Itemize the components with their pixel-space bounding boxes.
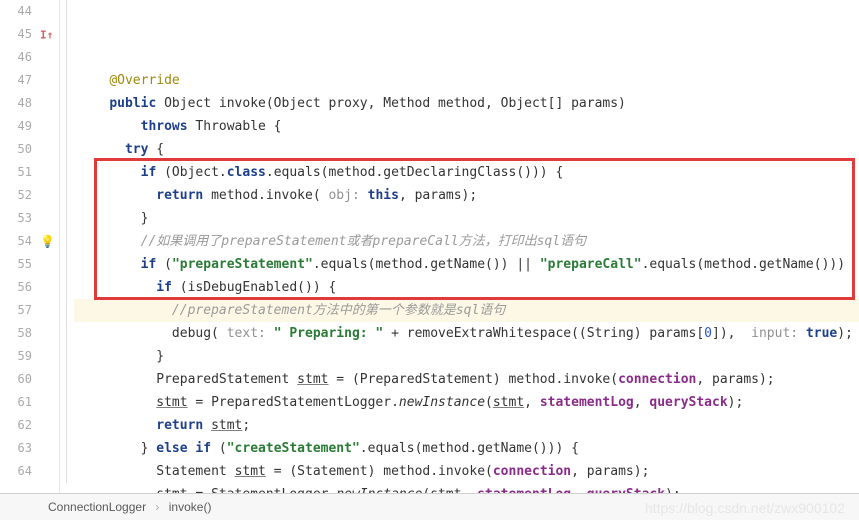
breadcrumb-item[interactable]: ConnectionLogger — [48, 500, 146, 514]
code-line[interactable]: return method.invoke( obj: this, params)… — [74, 184, 859, 207]
implement-arrow-icon[interactable]: I↑ — [40, 23, 53, 46]
code-area[interactable]: @Override public Object invoke(Object pr… — [74, 0, 859, 493]
code-line[interactable]: throws Throwable { — [74, 115, 859, 138]
lightbulb-icon[interactable]: 💡 — [40, 230, 55, 253]
line-number-gutter: 4445464748495051525354555657585960616263… — [0, 0, 38, 493]
breadcrumb[interactable]: ConnectionLogger › invoke() — [0, 494, 859, 520]
code-line[interactable]: if (isDebugEnabled()) { — [74, 276, 859, 299]
code-line[interactable]: } else if ("createStatement".equals(meth… — [74, 437, 859, 460]
editor-viewport: 4445464748495051525354555657585960616263… — [0, 0, 859, 494]
code-line[interactable]: //如果调用了prepareStatement或者prepareCall方法，打… — [74, 230, 859, 253]
code-line[interactable]: Statement stmt = (Statement) method.invo… — [74, 460, 859, 483]
code-line[interactable]: try { — [74, 138, 859, 161]
code-line[interactable]: if (Object.class.equals(method.getDeclar… — [74, 161, 859, 184]
chevron-right-icon: › — [155, 500, 159, 514]
code-line[interactable]: stmt = StatementLogger.newInstance(stmt,… — [74, 483, 859, 493]
code-line[interactable]: public Object invoke(Object proxy, Metho… — [74, 92, 859, 115]
code-line[interactable]: if ("prepareStatement".equals(method.get… — [74, 253, 859, 276]
code-line[interactable]: @Override — [74, 69, 859, 92]
marker-gutter: I↑ 💡 — [38, 0, 60, 493]
code-line[interactable]: } — [74, 207, 859, 230]
code-line[interactable]: } — [74, 345, 859, 368]
fold-gutter — [60, 0, 74, 493]
code-line[interactable]: debug( text: " Preparing: " + removeExtr… — [74, 322, 859, 345]
code-line[interactable]: PreparedStatement stmt = (PreparedStatem… — [74, 368, 859, 391]
code-line[interactable]: stmt = PreparedStatementLogger.newInstan… — [74, 391, 859, 414]
breadcrumb-item[interactable]: invoke() — [169, 500, 212, 514]
code-line[interactable]: return stmt; — [74, 414, 859, 437]
code-line[interactable]: //prepareStatement方法中的第一个参数就是sql语句 — [74, 299, 859, 322]
